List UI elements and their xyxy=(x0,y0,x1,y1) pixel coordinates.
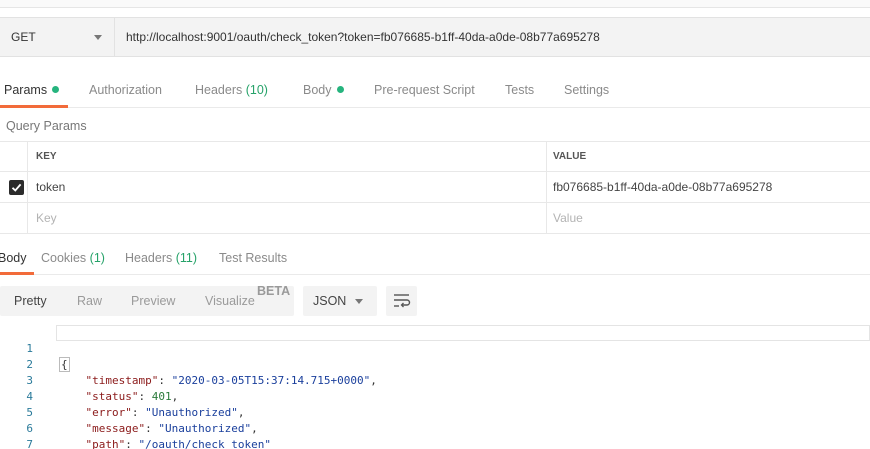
response-body-editor[interactable]: 1 { 2 "timestamp": "2020-03-05T15:37:14.… xyxy=(0,325,870,449)
tab-headers-count: (10) xyxy=(245,83,268,97)
beta-badge: BETA xyxy=(257,284,291,298)
new-key-field[interactable]: Key xyxy=(28,203,547,233)
format-select[interactable]: JSON xyxy=(303,286,377,316)
tab-body[interactable]: Body xyxy=(303,70,344,108)
code-line: 3 "status": 401, xyxy=(0,357,870,403)
code-line: 4 "error": "Unauthorized", xyxy=(0,373,870,419)
json-key: "path" xyxy=(85,438,126,449)
code-line: 7 } xyxy=(0,421,870,449)
method-label: GET xyxy=(11,30,36,44)
json-value-quote: " xyxy=(264,438,271,449)
tab-response-headers[interactable]: Headers (11) xyxy=(125,240,197,275)
code-line: 1 { xyxy=(0,325,870,372)
wrap-lines-button[interactable] xyxy=(386,286,417,316)
tab-params[interactable]: Params xyxy=(4,70,60,108)
body-active-dot xyxy=(336,86,344,93)
empty-check-cell xyxy=(0,203,28,233)
param-enabled-checkbox[interactable] xyxy=(9,180,24,195)
value-column-header: VALUE xyxy=(553,151,587,162)
request-tabs: Params Authorization Headers (10) Body P… xyxy=(0,70,870,108)
tab-settings[interactable]: Settings xyxy=(564,70,609,108)
header-check-cell xyxy=(0,142,28,171)
line-number: 7 xyxy=(26,438,33,449)
active-tab-indicator xyxy=(0,105,68,108)
table-header-row: KEY VALUE xyxy=(0,141,870,172)
params-active-dot xyxy=(52,86,60,93)
table-row: token fb076685-b1ff-40da-a0de-08b77a6952… xyxy=(0,172,870,203)
tab-cookies[interactable]: Cookies (1) xyxy=(41,240,105,275)
request-url-bar: GET http://localhost:9001/oauth/check_to… xyxy=(0,17,870,57)
json-path-link[interactable]: /oauth/check_token xyxy=(145,438,264,449)
view-visualize-button[interactable]: Visualize xyxy=(205,286,255,316)
window-top-strip xyxy=(0,0,870,8)
view-preview-button[interactable]: Preview xyxy=(131,286,175,316)
tab-test-results[interactable]: Test Results xyxy=(219,240,287,275)
param-value-field[interactable]: fb076685-b1ff-40da-a0de-08b77a695278 xyxy=(547,172,870,202)
table-row-empty: Key Value xyxy=(0,203,870,234)
tab-cookies-label: Cookies xyxy=(41,251,87,265)
tab-headers-label: Headers xyxy=(195,83,243,97)
tab-response-headers-count: (11) xyxy=(175,251,198,265)
format-label: JSON xyxy=(313,294,347,308)
response-active-tab-indicator xyxy=(0,272,34,275)
tab-tests[interactable]: Tests xyxy=(505,70,534,108)
wrap-lines-icon xyxy=(394,294,411,308)
response-toolbar: Pretty Raw Preview Visualize BETA JSON xyxy=(0,284,870,316)
code-line: 6 "path": "/oauth/check_token" xyxy=(0,405,870,449)
checkmark-icon xyxy=(11,183,22,192)
response-tabs: Body Cookies (1) Headers (11) Test Resul… xyxy=(0,240,870,275)
tab-body-label: Body xyxy=(303,83,332,97)
query-params-table: KEY VALUE token fb076685-b1ff-40da-a0de-… xyxy=(0,141,870,234)
view-pretty-button[interactable]: Pretty xyxy=(14,286,47,316)
chevron-down-icon xyxy=(94,34,102,40)
tab-authorization[interactable]: Authorization xyxy=(89,70,162,108)
query-params-title: Query Params xyxy=(6,119,87,133)
view-raw-button[interactable]: Raw xyxy=(77,286,102,316)
code-content: "path": "/oauth/check_token" xyxy=(85,438,271,449)
tab-headers[interactable]: Headers (10) xyxy=(195,70,268,108)
url-input[interactable]: http://localhost:9001/oauth/check_token?… xyxy=(115,18,870,56)
row-check-cell xyxy=(0,172,28,202)
tab-cookies-count: (1) xyxy=(89,251,105,265)
view-mode-segment: Pretty Raw Preview Visualize BETA xyxy=(0,284,294,316)
key-column-header: KEY xyxy=(28,142,547,171)
method-select[interactable]: GET xyxy=(0,18,115,56)
chevron-down-icon xyxy=(355,299,363,304)
tab-response-body[interactable]: Body xyxy=(0,240,27,275)
code-line: 2 "timestamp": "2020-03-05T15:37:14.715+… xyxy=(0,341,870,387)
code-line: 5 "message": "Unauthorized", xyxy=(0,389,870,435)
param-key-field[interactable]: token xyxy=(28,172,547,202)
new-value-field[interactable]: Value xyxy=(547,203,870,233)
tab-response-headers-label: Headers xyxy=(125,251,173,265)
tab-prerequest-script[interactable]: Pre-request Script xyxy=(374,70,475,108)
tab-params-label: Params xyxy=(4,83,48,97)
